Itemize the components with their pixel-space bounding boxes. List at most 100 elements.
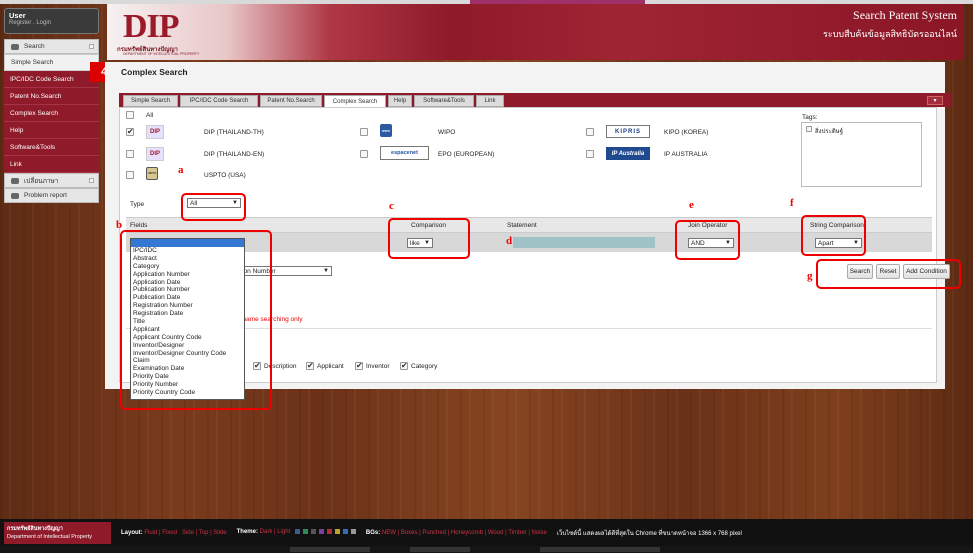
sidebar-item-link[interactable]: Link — [4, 156, 99, 173]
register-login-link[interactable]: Register . Login — [9, 20, 94, 26]
col-comparison: Comparison — [411, 222, 447, 229]
logo-text: DIP — [123, 8, 180, 45]
tab-menu-button[interactable]: ▾ — [927, 96, 943, 105]
field-option[interactable]: Publication Date — [131, 294, 244, 302]
source-checkbox-epo[interactable] — [360, 150, 368, 158]
theme-swatch[interactable] — [350, 529, 356, 535]
sidebar-problem-report[interactable]: Problem report — [4, 188, 99, 203]
collapse-icon[interactable] — [89, 44, 94, 49]
chevron-down-icon: ▼ — [323, 268, 329, 274]
source-checkbox-uspto[interactable] — [126, 171, 134, 179]
layout-opts[interactable]: Fluid | Fixed — [144, 530, 177, 536]
marker-f: f — [790, 197, 794, 209]
theme-swatch[interactable] — [302, 529, 308, 535]
field-option[interactable]: Priority Date — [131, 373, 244, 381]
uspto-logo-icon: USPTO — [146, 167, 158, 180]
field-option[interactable]: Application Number — [131, 271, 244, 279]
sidebar-item-simple-search[interactable]: Simple Search — [4, 54, 99, 71]
field-option[interactable]: Applicant — [131, 326, 244, 334]
source-checkbox-ip-australia[interactable] — [586, 150, 594, 158]
field-option[interactable]: Claim — [131, 357, 244, 365]
field-option[interactable]: Examination Date — [131, 365, 244, 373]
field-option[interactable]: Priority Number — [131, 381, 244, 389]
collapse-icon[interactable] — [89, 178, 94, 183]
source-checkbox-dip-en[interactable] — [126, 150, 134, 158]
theme-swatch[interactable] — [342, 529, 348, 535]
join-operator-select[interactable]: AND ▼ — [688, 238, 734, 248]
tag-checkbox[interactable] — [806, 126, 812, 132]
tab-patent-no-search[interactable]: Patent No.Search — [260, 95, 322, 107]
theme-options[interactable]: Theme: Dark | Light — [237, 529, 356, 536]
bgs-opts[interactable]: NEW | Boxes | Punched | Honeycomb | Wood… — [382, 530, 547, 536]
footer-logo[interactable]: กรมทรัพย์สินทางปัญญา Department of Intell… — [4, 521, 111, 544]
all-checkbox[interactable] — [126, 111, 134, 119]
source-checkbox-wipo[interactable] — [360, 128, 368, 136]
theme-swatch[interactable] — [310, 529, 316, 535]
description-checkbox[interactable] — [253, 361, 261, 370]
page-title: Complex Search — [121, 67, 188, 77]
string-comparison-select[interactable]: Apart ▼ — [815, 238, 862, 248]
sidebar: User Register . Login Search Simple Sear… — [4, 8, 99, 203]
field-option[interactable]: Priority Country Code — [131, 389, 244, 397]
theme-swatch[interactable] — [334, 529, 340, 535]
theme-swatch[interactable] — [326, 529, 332, 535]
field-option[interactable] — [131, 239, 244, 247]
tab-software-tools[interactable]: Software&Tools — [414, 95, 474, 107]
sidebar-language-header[interactable]: เปลี่ยนภาษา — [4, 173, 99, 188]
sidebar-item-patent-no-search[interactable]: Patent No.Search — [4, 88, 99, 105]
source-label-dip-en: DIP (THAILAND-EN) — [204, 151, 265, 158]
theme-swatches[interactable] — [292, 529, 356, 536]
tab-help[interactable]: Help — [388, 95, 412, 107]
dip-en-logo-icon: DIP — [146, 147, 164, 161]
field-option[interactable]: Inventor/Designer — [131, 342, 244, 350]
field-option[interactable]: Category — [131, 263, 244, 271]
type-select[interactable]: All ▼ — [187, 198, 241, 208]
field-option[interactable]: IPC/IDC — [131, 247, 244, 255]
bgs-label: BGs: — [365, 529, 381, 536]
inventor-checkbox[interactable] — [355, 361, 363, 370]
all-label: All — [146, 112, 154, 119]
theme-swatch[interactable] — [294, 529, 300, 535]
source-checkbox-kipo[interactable] — [586, 128, 594, 136]
field-option[interactable]: Abstract — [131, 255, 244, 263]
sidebar-search-header[interactable]: Search — [4, 39, 99, 54]
dip-logo[interactable]: DIP กรมทรัพย์สินทางปัญญา DEPARTMENT OF I… — [117, 8, 227, 58]
applicant-label: Applicant — [317, 363, 344, 370]
sidebar-item-complex-search[interactable]: Complex Search — [4, 105, 99, 122]
chat-icon — [11, 43, 19, 50]
bg-options[interactable]: BGs: NEW | Boxes | Punched | Honeycomb |… — [366, 530, 547, 536]
sidebar-nav: Search Simple Search IPC/IDC Code Search… — [4, 39, 99, 203]
comparison-select[interactable]: like ▼ — [407, 238, 433, 248]
field-option[interactable]: Application Date — [131, 279, 244, 287]
tab-ipc-search[interactable]: IPC/IDC Code Search — [180, 95, 258, 107]
sidebar-item-help[interactable]: Help — [4, 122, 99, 139]
category-checkbox[interactable] — [400, 361, 408, 370]
field-option[interactable]: Inventor/Designer Country Code — [131, 350, 244, 358]
divider — [126, 328, 932, 329]
fields-dropdown-list[interactable]: IPC/IDC Abstract Category Application Numbe… — [130, 238, 245, 400]
field-option[interactable]: Publication Number — [131, 286, 244, 294]
theme-swatch[interactable] — [318, 529, 324, 535]
layout-label: Layout: — [121, 529, 143, 536]
source-checkbox-dip-th[interactable] — [126, 127, 134, 136]
tab-link[interactable]: Link — [476, 95, 504, 107]
layout-side-opts[interactable]: Side | Top | Slide — [182, 530, 227, 536]
field-option[interactable]: Title — [131, 318, 244, 326]
statement-input[interactable] — [513, 237, 655, 248]
add-condition-button[interactable]: Add Condition — [903, 264, 950, 279]
condition-grid-header: Fields Comparison Statement Join Operato… — [126, 217, 932, 233]
reset-button[interactable]: Reset — [876, 264, 900, 279]
layout-options[interactable]: Layout: Fluid | Fixed Side | Top | Slide — [121, 530, 227, 536]
user-box: User Register . Login — [4, 8, 99, 34]
theme-opts[interactable]: Dark | Light — [260, 530, 291, 536]
field-option[interactable]: Registration Number — [131, 302, 244, 310]
sidebar-item-ipc-search[interactable]: IPC/IDC Code Search — [4, 71, 99, 88]
sidebar-item-software-tools[interactable]: Software&Tools — [4, 139, 99, 156]
marker-g: g — [807, 270, 813, 282]
field-option[interactable]: Applicant Country Code — [131, 334, 244, 342]
field-option[interactable]: Registration Date — [131, 310, 244, 318]
applicant-checkbox[interactable] — [306, 361, 314, 370]
tab-simple-search[interactable]: Simple Search — [123, 95, 178, 107]
search-button[interactable]: Search — [847, 264, 873, 279]
source-label-epo: EPO (EUROPEAN) — [438, 151, 495, 158]
